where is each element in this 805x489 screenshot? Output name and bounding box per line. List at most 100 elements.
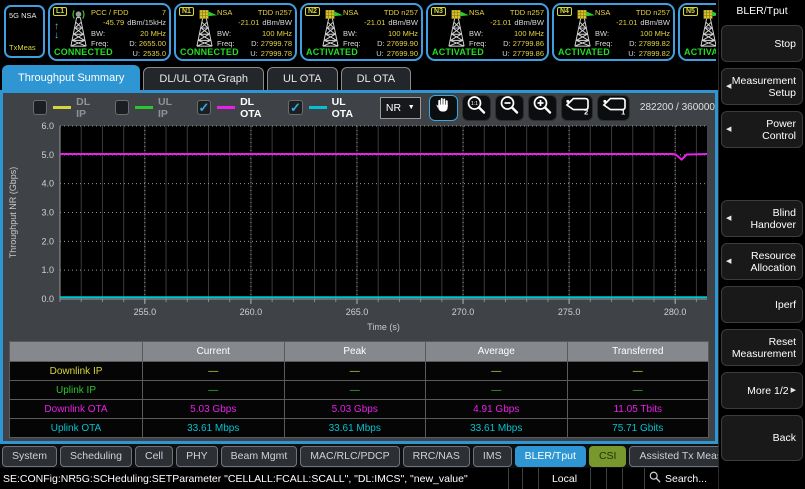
svg-text:1:1: 1:1	[471, 101, 478, 107]
tab-beam-mgmt[interactable]: Beam Mgmt	[221, 446, 298, 467]
downlink-ip-current: —	[143, 362, 284, 380]
rat-select-dropdown[interactable]: NR ▼	[380, 97, 421, 119]
dl-freq-label: D:	[503, 39, 511, 48]
ul-ota-color-swatch	[309, 106, 327, 109]
power-control-label: Power Control	[732, 118, 796, 142]
tab-ul-ota[interactable]: UL OTA	[267, 67, 338, 90]
uplink-downlink-arrows-icon: ↑↓	[54, 22, 59, 40]
tab-cell[interactable]: Cell	[135, 446, 173, 467]
uplink-ip-peak: —	[285, 381, 426, 399]
iperf-label: Iperf	[775, 299, 796, 311]
blind-handover-button[interactable]: ◀Blind Handover	[721, 200, 803, 237]
ul-freq-value: 27999.78	[261, 49, 292, 59]
pan-tool-button[interactable]	[429, 95, 458, 121]
tab-ims[interactable]: IMS	[473, 446, 512, 467]
uplink-ota-average: 33.61 Mbps	[426, 419, 567, 437]
measurement-setup-button[interactable]: ◀Measurement Setup	[721, 68, 803, 105]
zoom-in-button[interactable]	[528, 95, 557, 121]
resource-allocation-button[interactable]: ◀Resource Allocation	[721, 243, 803, 280]
dl-ip-color-swatch	[53, 106, 71, 109]
marker-1-button[interactable]: 1	[597, 95, 629, 121]
throughput-chart[interactable]: 255.0260.0265.0270.0275.0280.00.01.02.03…	[3, 121, 713, 347]
search-field[interactable]: Search...	[644, 468, 718, 489]
back-button[interactable]: Back	[721, 415, 803, 461]
iperf-button[interactable]: Iperf	[721, 286, 803, 323]
ul-freq-value: 27899.82	[639, 49, 670, 59]
cell-power: -21.01	[364, 18, 385, 28]
bw-value: 100 MHz	[640, 29, 670, 39]
uplink-ota-transferred: 75.71 Gbits	[568, 419, 709, 437]
ul-freq-label: U:	[376, 49, 384, 59]
dl-ip-checkbox[interactable]	[33, 100, 47, 115]
statusbar-cell	[522, 468, 538, 489]
tab-scheduling[interactable]: Scheduling	[60, 446, 132, 467]
ul-freq-label: U:	[133, 49, 141, 59]
tab-bler-tput[interactable]: BLER/Tput	[515, 446, 586, 467]
tab-phy[interactable]: PHY	[176, 446, 218, 467]
cell-box-n3[interactable]: N3 ACTIVATED NSATDD n257	[426, 3, 549, 61]
tab-throughput-summary[interactable]: Throughput Summary	[2, 65, 140, 90]
dl-ip-label: DL IP	[76, 96, 98, 120]
cell-type: NSA	[595, 8, 610, 18]
dl-ota-checkbox[interactable]: ✓	[197, 100, 211, 115]
more-pages-button[interactable]: More 1/2▶	[721, 372, 803, 409]
downlink-ip-peak: —	[285, 362, 426, 380]
softkey-spacer	[721, 148, 803, 194]
bw-value: 20 MHz	[140, 29, 166, 39]
softkey-panel-title: BLER/Tput	[721, 3, 803, 19]
svg-text:255.0: 255.0	[134, 307, 157, 317]
submenu-arrow-icon: ◀	[726, 124, 731, 136]
cell-status-badge: ACTIVATED	[684, 47, 716, 57]
dl-ota-label: DL OTA	[240, 96, 271, 120]
header-peak: Peak	[285, 342, 426, 361]
cell-box-n4[interactable]: N4 ACTIVATED NSATDD n257	[552, 3, 675, 61]
row-label-uplink-ip: Uplink IP	[10, 381, 142, 399]
ul-freq-value: 2535.0	[143, 49, 166, 59]
cell-type: NSA	[343, 8, 358, 18]
svg-text:280.0: 280.0	[664, 307, 687, 317]
zoom-1to1-button[interactable]: 1:1	[462, 95, 491, 121]
tab-dl-ul-ota-graph[interactable]: DL/UL OTA Graph	[143, 67, 264, 90]
downlink-ip-average: —	[426, 362, 567, 380]
svg-text:275.0: 275.0	[558, 307, 581, 317]
uplink-ip-current: —	[143, 381, 284, 399]
svg-text:270.0: 270.0	[452, 307, 475, 317]
freq-label: Freq:	[595, 39, 613, 49]
cell-box-n2[interactable]: N2 ACTIVATED NSATDD n257	[300, 3, 423, 61]
status-bar: SE:CONFig:NR5G:SCHeduling:SETParameter "…	[0, 468, 718, 489]
tab-assisted-tx-meas[interactable]: Assisted Tx Meas	[629, 446, 732, 467]
zoom-out-icon	[498, 94, 520, 121]
ul-ip-checkbox[interactable]	[115, 100, 129, 115]
statusbar-cell	[606, 468, 622, 489]
ul-ota-checkbox[interactable]: ✓	[288, 100, 302, 115]
zoom-out-button[interactable]	[495, 95, 524, 121]
tab-system[interactable]: System	[2, 446, 57, 467]
cell-box-l1[interactable]: L1 ↑↓ CONNECTED PCC / FDD7	[48, 3, 171, 61]
svg-text:3.0: 3.0	[41, 208, 54, 218]
power-control-button[interactable]: ◀Power Control	[721, 111, 803, 148]
ul-ip-color-swatch	[135, 106, 153, 109]
tab-csi[interactable]: CSI	[589, 446, 627, 467]
cell-box-n1[interactable]: N1 CONNECTED NSATDD n257	[174, 3, 297, 61]
cell-power-unit: dBm/BW	[388, 18, 418, 28]
svg-text:2.0: 2.0	[41, 236, 54, 246]
reset-measurement-button[interactable]: Reset Measurement	[721, 329, 803, 366]
cell-info-text: NSATDD n257 -21.01dBm/BW BW:100 MHz Freq…	[469, 8, 544, 59]
chart-controls-row: DL IP UL IP ✓ DL OTA ✓ UL OTA NR ▼	[3, 93, 715, 122]
tab-dl-ota[interactable]: DL OTA	[341, 67, 412, 90]
chart-panel: 255.0260.0265.0270.0275.0280.00.01.02.03…	[3, 121, 713, 352]
row-label-downlink-ip: Downlink IP	[10, 362, 142, 380]
bw-label: BW:	[343, 29, 357, 39]
check-icon: ✓	[198, 101, 209, 114]
tab-rrc-nas[interactable]: RRC/NAS	[403, 446, 470, 467]
zoom-1to1-icon: 1:1	[465, 94, 487, 121]
tab-mac-rlc-pdcp[interactable]: MAC/RLC/PDCP	[300, 446, 399, 467]
bw-value: 100 MHz	[262, 29, 292, 39]
marker-2-button[interactable]: 2	[561, 95, 593, 121]
legend-item-dl-ip: DL IP	[33, 96, 98, 120]
stop-button[interactable]: Stop	[721, 25, 803, 62]
cell-box-n5[interactable]: N5 ACTIVATED	[678, 3, 716, 61]
dl-freq-value: 2655.00	[139, 39, 166, 48]
cell-type: NSA	[469, 8, 484, 18]
uplink-ip-transferred: —	[568, 381, 709, 399]
